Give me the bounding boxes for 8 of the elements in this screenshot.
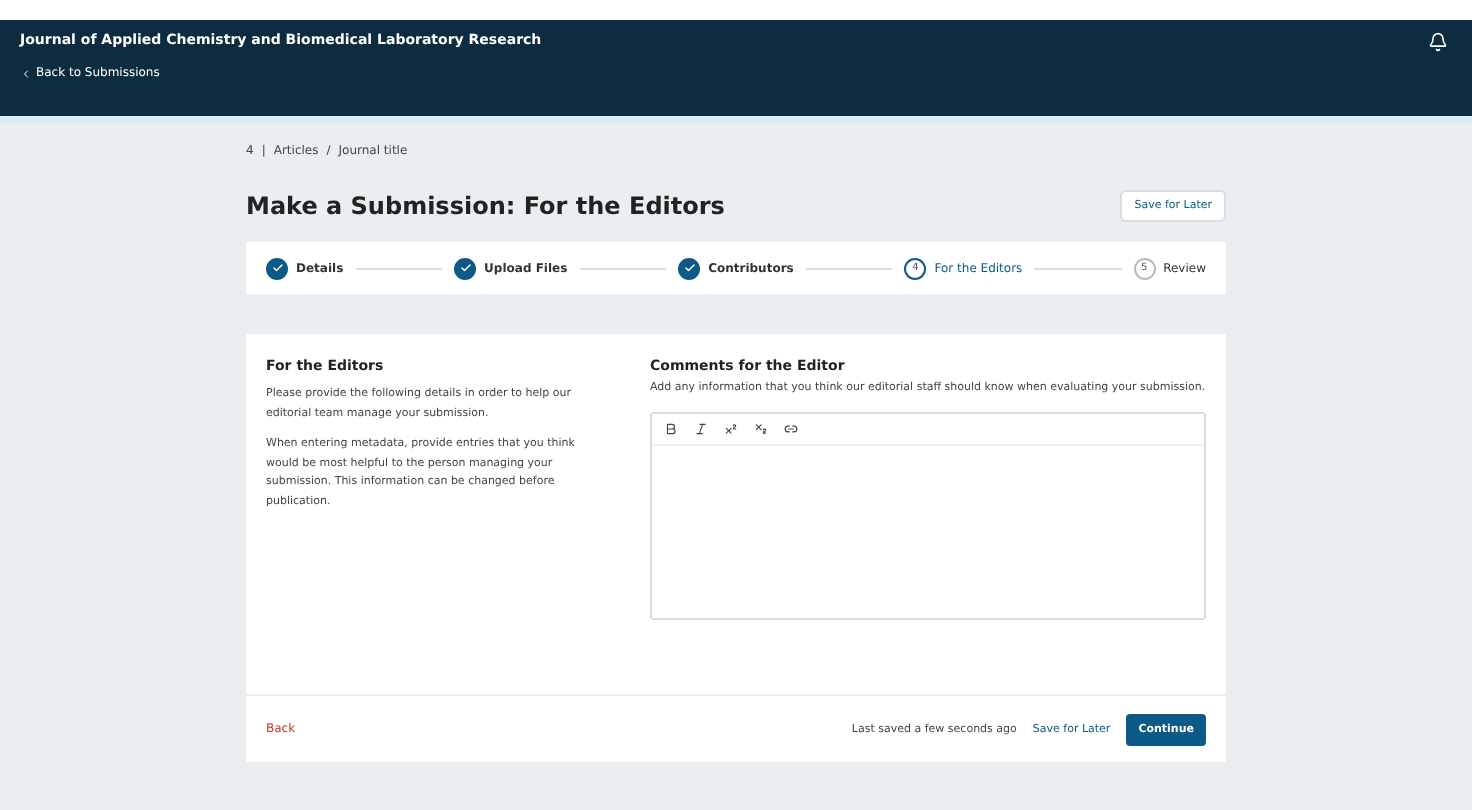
link-icon[interactable] bbox=[784, 421, 798, 435]
chevron-left-icon bbox=[20, 67, 32, 79]
subscript-icon[interactable] bbox=[754, 421, 768, 435]
superscript-icon[interactable] bbox=[724, 421, 738, 435]
bold-icon[interactable] bbox=[664, 421, 678, 435]
italic-icon[interactable] bbox=[694, 421, 708, 435]
page-title: Make a Submission: For the Editors bbox=[246, 192, 725, 220]
notifications-icon[interactable] bbox=[1428, 32, 1448, 52]
